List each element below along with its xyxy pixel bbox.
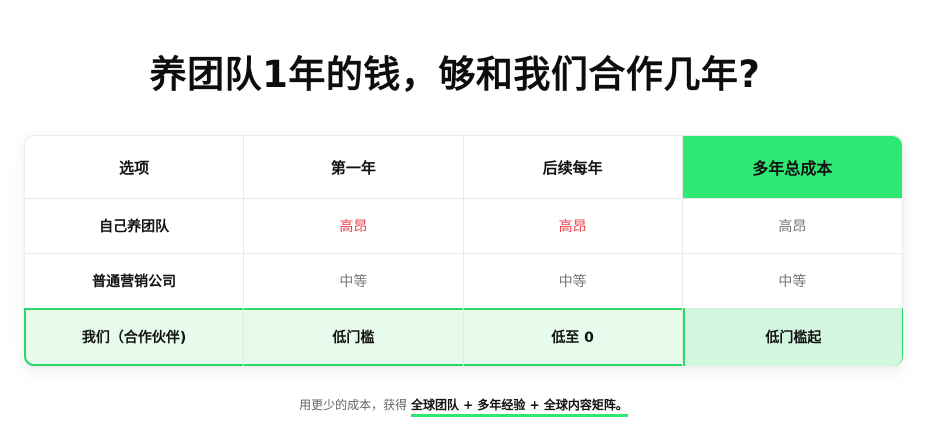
footer-prefix: 用更少的成本，获得 xyxy=(299,398,408,412)
row-label-own-team: 自己养团队 xyxy=(25,199,245,253)
cell-value: 高昂 xyxy=(464,199,683,253)
row-label-us: 我们（合作伙伴) xyxy=(25,308,245,366)
cell-value: 高昂 xyxy=(778,219,807,235)
cell-value: 高昂 xyxy=(244,199,464,253)
header-first-year: 第一年 xyxy=(244,136,464,198)
footer-highlight: 全球团队 + 多年经验 + 全球内容矩阵。 xyxy=(411,398,628,417)
cell-value: 低至 0 xyxy=(464,308,683,366)
cell-value: 中等 xyxy=(244,254,464,308)
header-per-year: 后续每年 xyxy=(464,136,683,198)
cell-value: 低门槛 xyxy=(244,308,464,366)
pricing-comparison-section: 养团队1年的钱，够和我们合作几年? 选项 第一年 后续每年 多年总成本 自己养团… xyxy=(0,0,950,447)
cell-value: 中等 xyxy=(464,254,683,308)
comparison-table: 选项 第一年 后续每年 多年总成本 自己养团队 高昂 高昂 高昂 普通营销公司 … xyxy=(24,135,903,367)
cell-value: 低门槛起 xyxy=(682,308,902,366)
footer-tagline: 用更少的成本，获得 全球团队 + 多年经验 + 全球内容矩阵。 xyxy=(0,396,927,417)
table-row-highlighted: 我们（合作伙伴) 低门槛 低至 0 低门槛起 xyxy=(25,308,902,366)
header-total-cost: 多年总成本 xyxy=(682,136,902,198)
row-label-agency: 普通营销公司 xyxy=(25,254,245,308)
cell-value: 中等 xyxy=(778,274,807,290)
header-option: 选项 xyxy=(25,136,245,198)
table-row: 普通营销公司 中等 中等 中等 xyxy=(25,253,902,308)
page-title: 养团队1年的钱，够和我们合作几年? xyxy=(149,53,761,96)
table-row: 自己养团队 高昂 高昂 高昂 xyxy=(25,198,902,253)
table-header-row: 选项 第一年 后续每年 多年总成本 xyxy=(25,136,902,198)
